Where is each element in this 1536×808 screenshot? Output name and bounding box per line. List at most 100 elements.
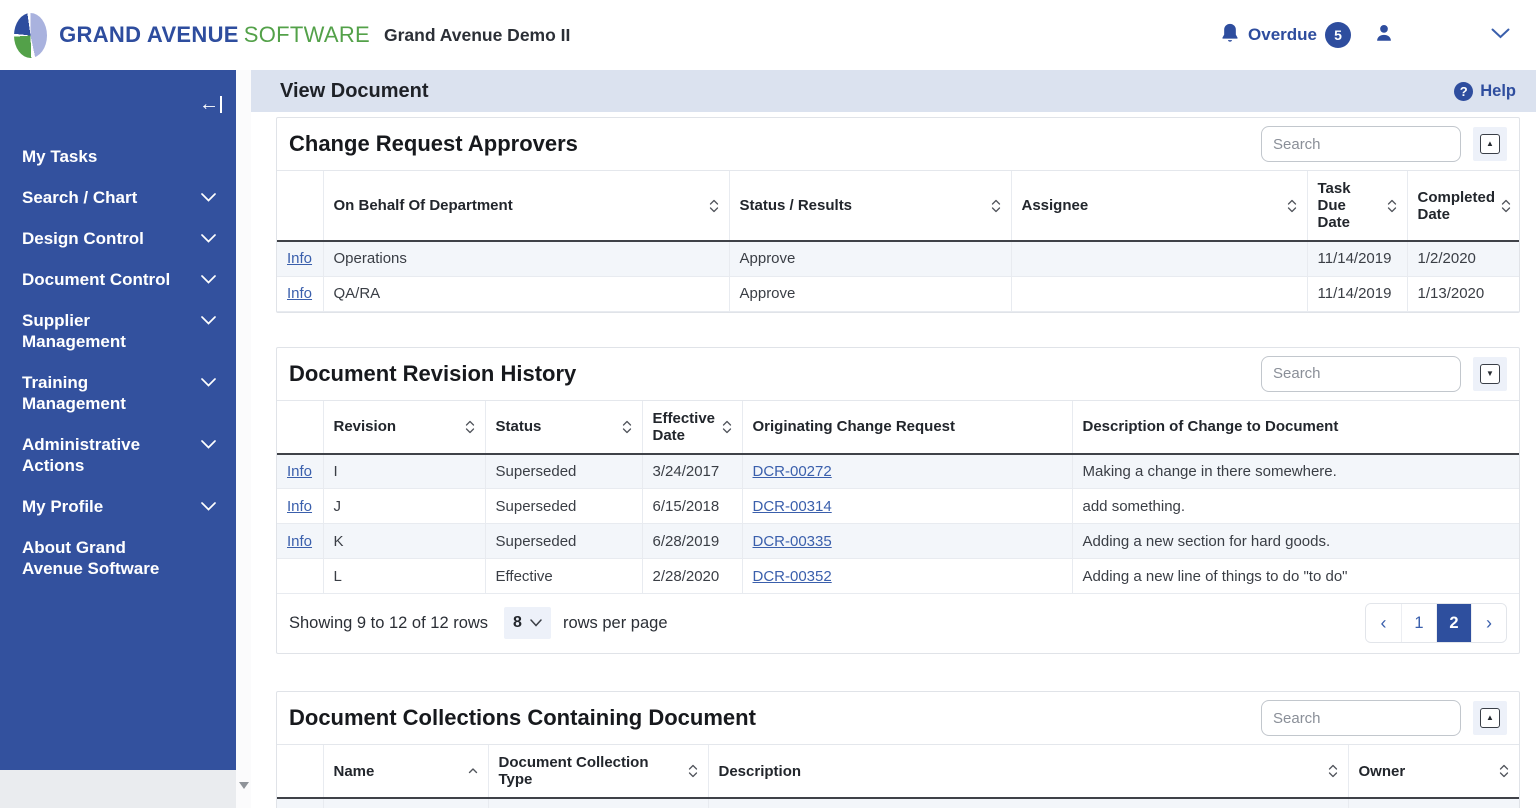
sort-ascending-icon[interactable] [468, 763, 478, 779]
chevron-down-icon [1491, 26, 1510, 44]
pagination-summary: Showing 9 to 12 of 12 rows [289, 613, 489, 632]
rows-per-page-select[interactable]: 8 [504, 607, 551, 639]
sort-icon[interactable] [1501, 198, 1511, 214]
info-link[interactable]: Info [287, 498, 312, 515]
sort-icon[interactable] [688, 763, 698, 779]
app-header: GRAND AVENUE SOFTWARE Grand Avenue Demo I… [0, 0, 1536, 70]
search-input[interactable] [1261, 355, 1461, 392]
brand-text: GRAND AVENUE SOFTWARE [59, 22, 370, 48]
sidebar-item-administrative-actions[interactable]: Administrative Actions [0, 424, 236, 486]
help-label: Help [1480, 81, 1516, 100]
next-page-button[interactable]: › [1471, 604, 1506, 642]
section-title: Change Request Approvers [289, 131, 578, 156]
chevron-down-icon [201, 378, 216, 387]
user-account-button[interactable] [1373, 22, 1395, 49]
table-row: Info Operations Approve 11/14/2019 1/2/2… [277, 241, 1519, 277]
column-header-collection-type: Document Collection Type [487, 744, 708, 799]
section-title: Document Revision History [289, 360, 577, 386]
page-title: View Document [280, 79, 429, 102]
sort-icon[interactable] [1387, 198, 1397, 214]
account-menu-chevron-button[interactable] [1491, 26, 1510, 44]
info-link[interactable]: Info [287, 533, 312, 550]
sidebar: ← My Tasks Search / Chart Design Control… [0, 70, 236, 770]
section-title: Document Collections Containing Document [289, 705, 756, 730]
column-header-description: Description [707, 744, 1348, 799]
sidebar-item-training-management[interactable]: Training Management [0, 362, 236, 424]
overdue-label: Overdue [1248, 25, 1317, 44]
change-request-approvers-section: Change Request Approvers ▲ On Behalf Of … [276, 117, 1520, 313]
chevron-down-icon [201, 316, 216, 325]
expand-section-button[interactable]: ▼ [1473, 356, 1507, 391]
info-link[interactable]: Info [287, 285, 312, 302]
sort-icon[interactable] [1499, 763, 1509, 779]
pager: ‹ 1 2 › [1365, 603, 1507, 643]
help-button[interactable]: ? Help [1454, 81, 1516, 101]
table-row: Info DMR for Frame 88664 DMR Collection … [277, 798, 1519, 808]
info-column-header [277, 744, 323, 799]
table-row: Info J Superseded 6/15/2018 DCR-00314 ad… [277, 488, 1519, 524]
info-link[interactable]: Info [287, 250, 312, 267]
sidebar-collapse-button[interactable]: ← [199, 94, 222, 114]
sidebar-item-document-control[interactable]: Document Control [0, 259, 236, 300]
sort-icon[interactable] [1287, 198, 1297, 214]
sort-icon[interactable] [722, 419, 732, 435]
chevron-down-icon [201, 275, 216, 284]
sidebar-item-design-control[interactable]: Design Control [0, 218, 236, 259]
collapse-section-button[interactable]: ▲ [1473, 701, 1507, 735]
sort-icon[interactable] [465, 419, 475, 435]
scrollbar-down-arrow-icon[interactable] [239, 782, 249, 789]
change-request-link[interactable]: DCR-00314 [753, 498, 832, 515]
document-revision-history-section: Document Revision History ▼ Revision Sta… [276, 346, 1520, 654]
sort-icon[interactable] [991, 198, 1001, 214]
column-header-owner: Owner [1347, 744, 1519, 799]
column-header-revision: Revision [322, 399, 485, 455]
change-request-link[interactable]: DCR-00272 [753, 463, 832, 480]
help-icon: ? [1454, 81, 1474, 101]
info-link[interactable]: Info [287, 463, 312, 480]
collapse-section-button[interactable]: ▲ [1473, 127, 1507, 161]
collapse-bar-icon [220, 95, 222, 113]
page-1-button[interactable]: 1 [1401, 604, 1436, 642]
search-input[interactable] [1261, 126, 1461, 162]
sidebar-item-my-profile[interactable]: My Profile [0, 486, 236, 527]
sidebar-item-search-chart[interactable]: Search / Chart [0, 177, 236, 218]
sidebar-item-my-tasks[interactable]: My Tasks [0, 136, 236, 177]
sort-icon[interactable] [709, 198, 719, 214]
search-input[interactable] [1261, 700, 1461, 736]
bell-icon [1220, 22, 1240, 49]
change-request-link[interactable]: DCR-00335 [753, 533, 832, 550]
chevron-down-icon [201, 234, 216, 243]
company-logo[interactable]: GRAND AVENUE SOFTWARE [14, 12, 370, 58]
column-header-completed-date: Completed Date [1406, 170, 1519, 242]
column-header-department: On Behalf Of Department [322, 170, 729, 242]
table-row: Info K Superseded 6/28/2019 DCR-00335 Ad… [277, 523, 1519, 559]
sort-icon[interactable] [1328, 763, 1338, 779]
previous-page-button[interactable]: ‹ [1366, 604, 1401, 642]
sort-icon[interactable] [622, 419, 632, 435]
logo-icon [14, 12, 48, 58]
table-row: L Effective 2/28/2020 DCR-00352 Adding a… [277, 558, 1519, 594]
collapse-up-icon: ▲ [1480, 708, 1500, 728]
chevron-down-icon [201, 440, 216, 449]
sidebar-item-about[interactable]: About Grand Avenue Software [0, 527, 236, 589]
vertical-scrollbar[interactable] [236, 70, 251, 808]
column-header-originating-change-request: Originating Change Request [741, 399, 1072, 455]
app-title: Grand Avenue Demo II [384, 24, 571, 45]
column-header-status-results: Status / Results [728, 170, 1011, 242]
sidebar-nav: My Tasks Search / Chart Design Control D… [0, 136, 236, 589]
revision-history-table: Revision Status Effective Date Originati… [277, 399, 1519, 594]
chevron-down-icon [530, 619, 542, 627]
person-icon [1373, 22, 1395, 49]
column-header-assignee: Assignee [1010, 170, 1307, 242]
overdue-notifications-button[interactable]: Overdue 5 [1220, 22, 1351, 49]
collapse-up-icon: ▲ [1480, 134, 1500, 154]
sidebar-item-supplier-management[interactable]: Supplier Management [0, 300, 236, 362]
page-header-band: View Document ? Help [251, 70, 1536, 112]
overdue-count-badge: 5 [1325, 22, 1351, 48]
table-row: Info I Superseded 3/24/2017 DCR-00272 Ma… [277, 453, 1519, 489]
document-collections-section: Document Collections Containing Document… [276, 691, 1520, 808]
column-header-description-of-change: Description of Change to Document [1071, 399, 1519, 455]
column-header-status: Status [484, 399, 642, 455]
change-request-link[interactable]: DCR-00352 [753, 568, 832, 585]
page-2-button[interactable]: 2 [1436, 604, 1471, 642]
